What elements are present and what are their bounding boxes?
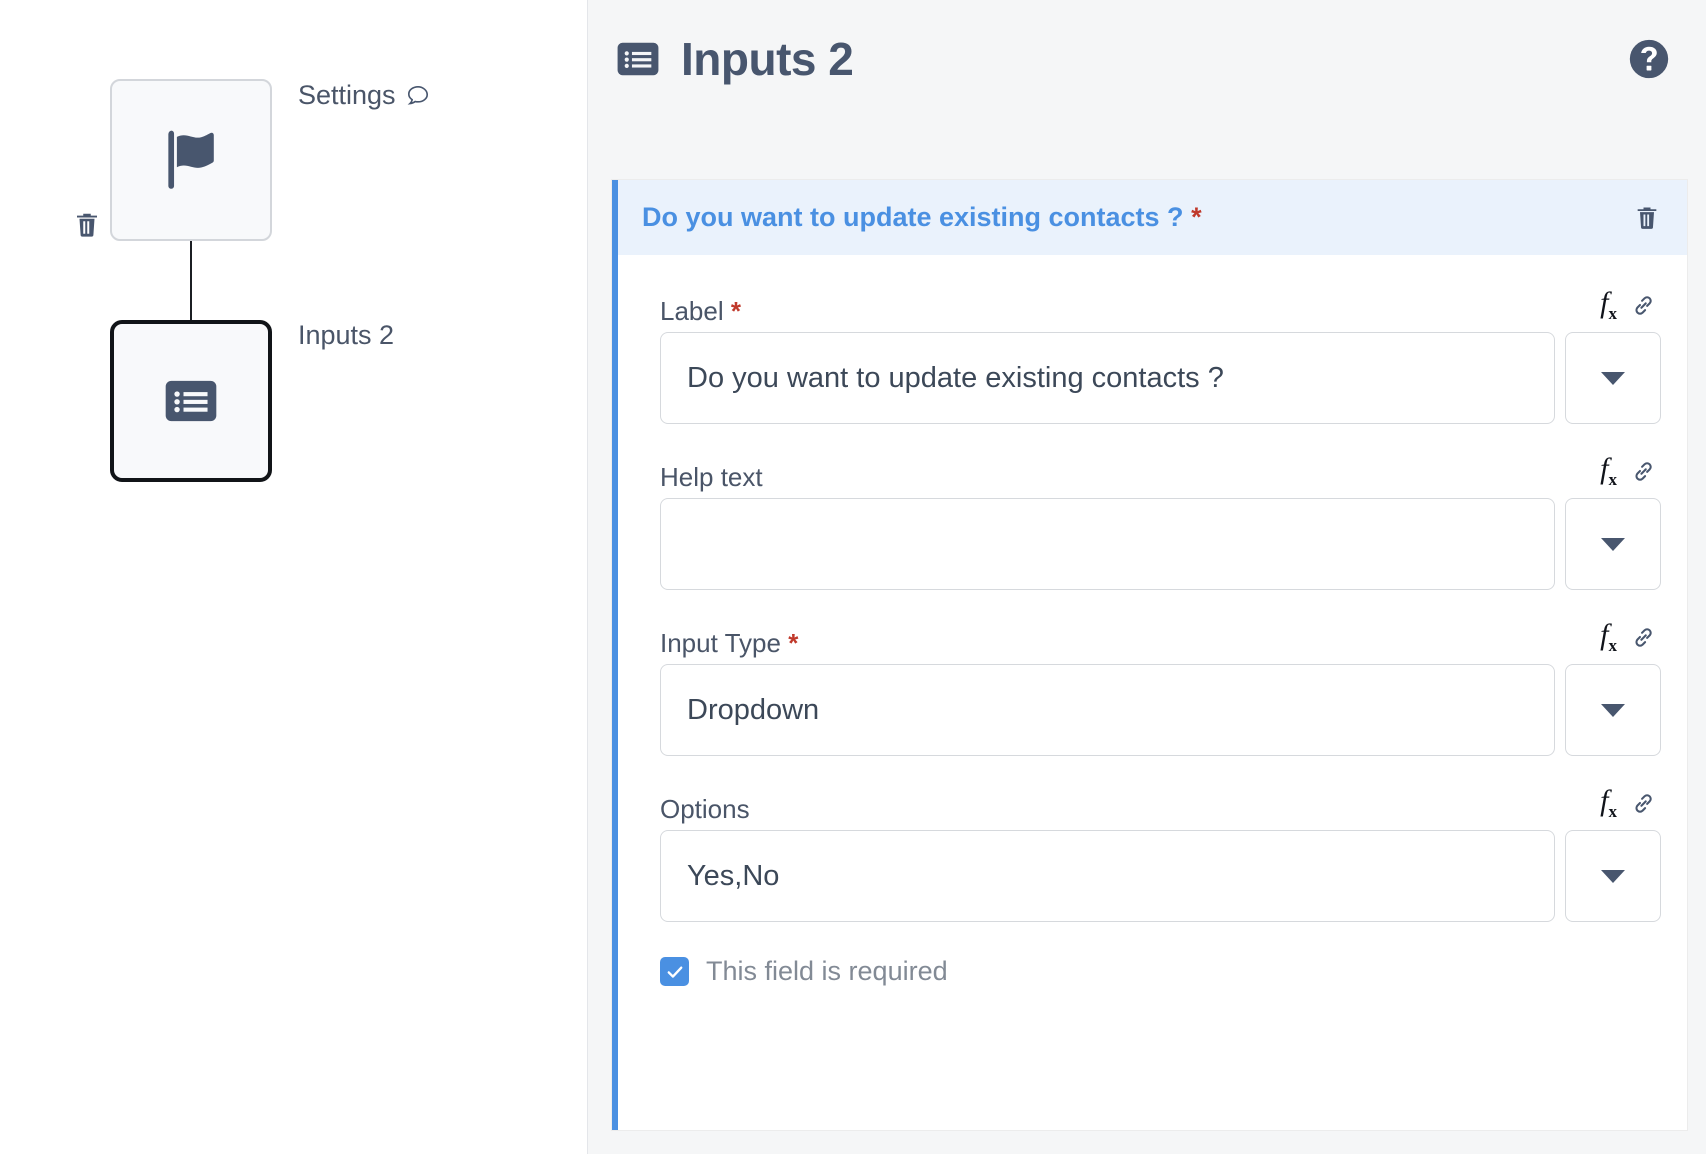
inputtype-input[interactable]: Dropdown bbox=[660, 664, 1555, 756]
required-asterisk: * bbox=[1191, 202, 1202, 232]
page-title: Inputs 2 bbox=[613, 32, 854, 86]
field-input-row: Dropdown bbox=[660, 664, 1661, 756]
field-header: Options fx bbox=[660, 786, 1661, 822]
required-checkbox-row: This field is required bbox=[660, 956, 1661, 987]
node-label-text: Inputs 2 bbox=[298, 320, 395, 350]
inputtype-dropdown-button[interactable] bbox=[1565, 664, 1661, 756]
help-circle-icon[interactable] bbox=[1626, 36, 1672, 82]
field-header: Help text fx bbox=[660, 454, 1661, 490]
workflow-node-inputs2[interactable] bbox=[110, 320, 272, 482]
page-title-text: Inputs 2 bbox=[681, 33, 854, 85]
field-label: Options bbox=[660, 796, 750, 822]
card-body: Label * fx Do you want to update existin… bbox=[618, 255, 1687, 1027]
field-tools: fx bbox=[1600, 288, 1657, 324]
field-label-text: Help text bbox=[660, 462, 763, 492]
required-checkbox[interactable] bbox=[660, 957, 689, 986]
field-label: Label * bbox=[660, 298, 741, 324]
workflow-canvas[interactable]: Settings Inputs 2 bbox=[0, 0, 588, 1154]
required-asterisk: * bbox=[730, 296, 741, 326]
chain-link-icon[interactable] bbox=[1631, 293, 1657, 319]
field-header: Input Type * fx bbox=[660, 620, 1661, 656]
node-label-text: Settings bbox=[298, 80, 396, 110]
form-list-icon bbox=[613, 34, 663, 84]
field-label-text: Label bbox=[660, 296, 724, 326]
node-connector-line bbox=[190, 241, 192, 321]
chevron-down-icon bbox=[1601, 371, 1625, 385]
field-helptext-row: Help text fx bbox=[660, 454, 1661, 590]
label-dropdown-button[interactable] bbox=[1565, 332, 1661, 424]
workflow-node-label-inputs2: Inputs 2 bbox=[298, 320, 394, 351]
delete-field-button[interactable] bbox=[1633, 204, 1661, 232]
properties-panel: Inputs 2 Do you want to update existing … bbox=[588, 0, 1706, 1154]
card-header-title: Do you want to update existing contacts … bbox=[642, 202, 1202, 233]
workflow-node-label-settings: Settings bbox=[298, 80, 431, 111]
required-asterisk: * bbox=[788, 628, 799, 658]
field-label-row: Label * fx Do you want to update existin… bbox=[660, 288, 1661, 424]
card-header[interactable]: Do you want to update existing contacts … bbox=[618, 180, 1687, 255]
field-input-row: Do you want to update existing contacts … bbox=[660, 332, 1661, 424]
options-dropdown-button[interactable] bbox=[1565, 830, 1661, 922]
chevron-down-icon bbox=[1601, 869, 1625, 883]
field-options-row: Options fx Yes,No bbox=[660, 786, 1661, 922]
chevron-down-icon bbox=[1601, 703, 1625, 717]
card-header-title-text: Do you want to update existing contacts … bbox=[642, 202, 1184, 232]
field-label: Help text bbox=[660, 464, 763, 490]
required-checkbox-label: This field is required bbox=[706, 956, 948, 986]
helptext-dropdown-button[interactable] bbox=[1565, 498, 1661, 590]
delete-node-settings-button[interactable] bbox=[72, 210, 102, 240]
workflow-node-settings[interactable] bbox=[110, 79, 272, 241]
field-label-text: Input Type bbox=[660, 628, 781, 658]
form-list-icon bbox=[160, 370, 222, 432]
comment-bubble-icon[interactable] bbox=[405, 83, 431, 109]
field-tools: fx bbox=[1600, 454, 1657, 490]
function-icon[interactable]: fx bbox=[1600, 786, 1617, 822]
function-icon[interactable]: fx bbox=[1600, 288, 1617, 324]
field-tools: fx bbox=[1600, 620, 1657, 656]
field-header: Label * fx bbox=[660, 288, 1661, 324]
input-field-card: Do you want to update existing contacts … bbox=[612, 180, 1687, 1130]
chain-link-icon[interactable] bbox=[1631, 459, 1657, 485]
options-input[interactable]: Yes,No bbox=[660, 830, 1555, 922]
chevron-down-icon bbox=[1601, 537, 1625, 551]
helptext-input[interactable] bbox=[660, 498, 1555, 590]
field-input-row bbox=[660, 498, 1661, 590]
function-icon[interactable]: fx bbox=[1600, 620, 1617, 656]
field-label: Input Type * bbox=[660, 630, 798, 656]
chain-link-icon[interactable] bbox=[1631, 625, 1657, 651]
function-icon[interactable]: fx bbox=[1600, 454, 1617, 490]
field-label-text: Options bbox=[660, 794, 750, 824]
app-root: Settings Inputs 2 Inputs 2 Do you want t… bbox=[0, 0, 1706, 1154]
field-tools: fx bbox=[1600, 786, 1657, 822]
chain-link-icon[interactable] bbox=[1631, 791, 1657, 817]
label-input[interactable]: Do you want to update existing contacts … bbox=[660, 332, 1555, 424]
panel-header: Inputs 2 bbox=[588, 0, 1706, 118]
field-inputtype-row: Input Type * fx Dropdown bbox=[660, 620, 1661, 756]
flag-icon bbox=[155, 124, 227, 196]
field-input-row: Yes,No bbox=[660, 830, 1661, 922]
